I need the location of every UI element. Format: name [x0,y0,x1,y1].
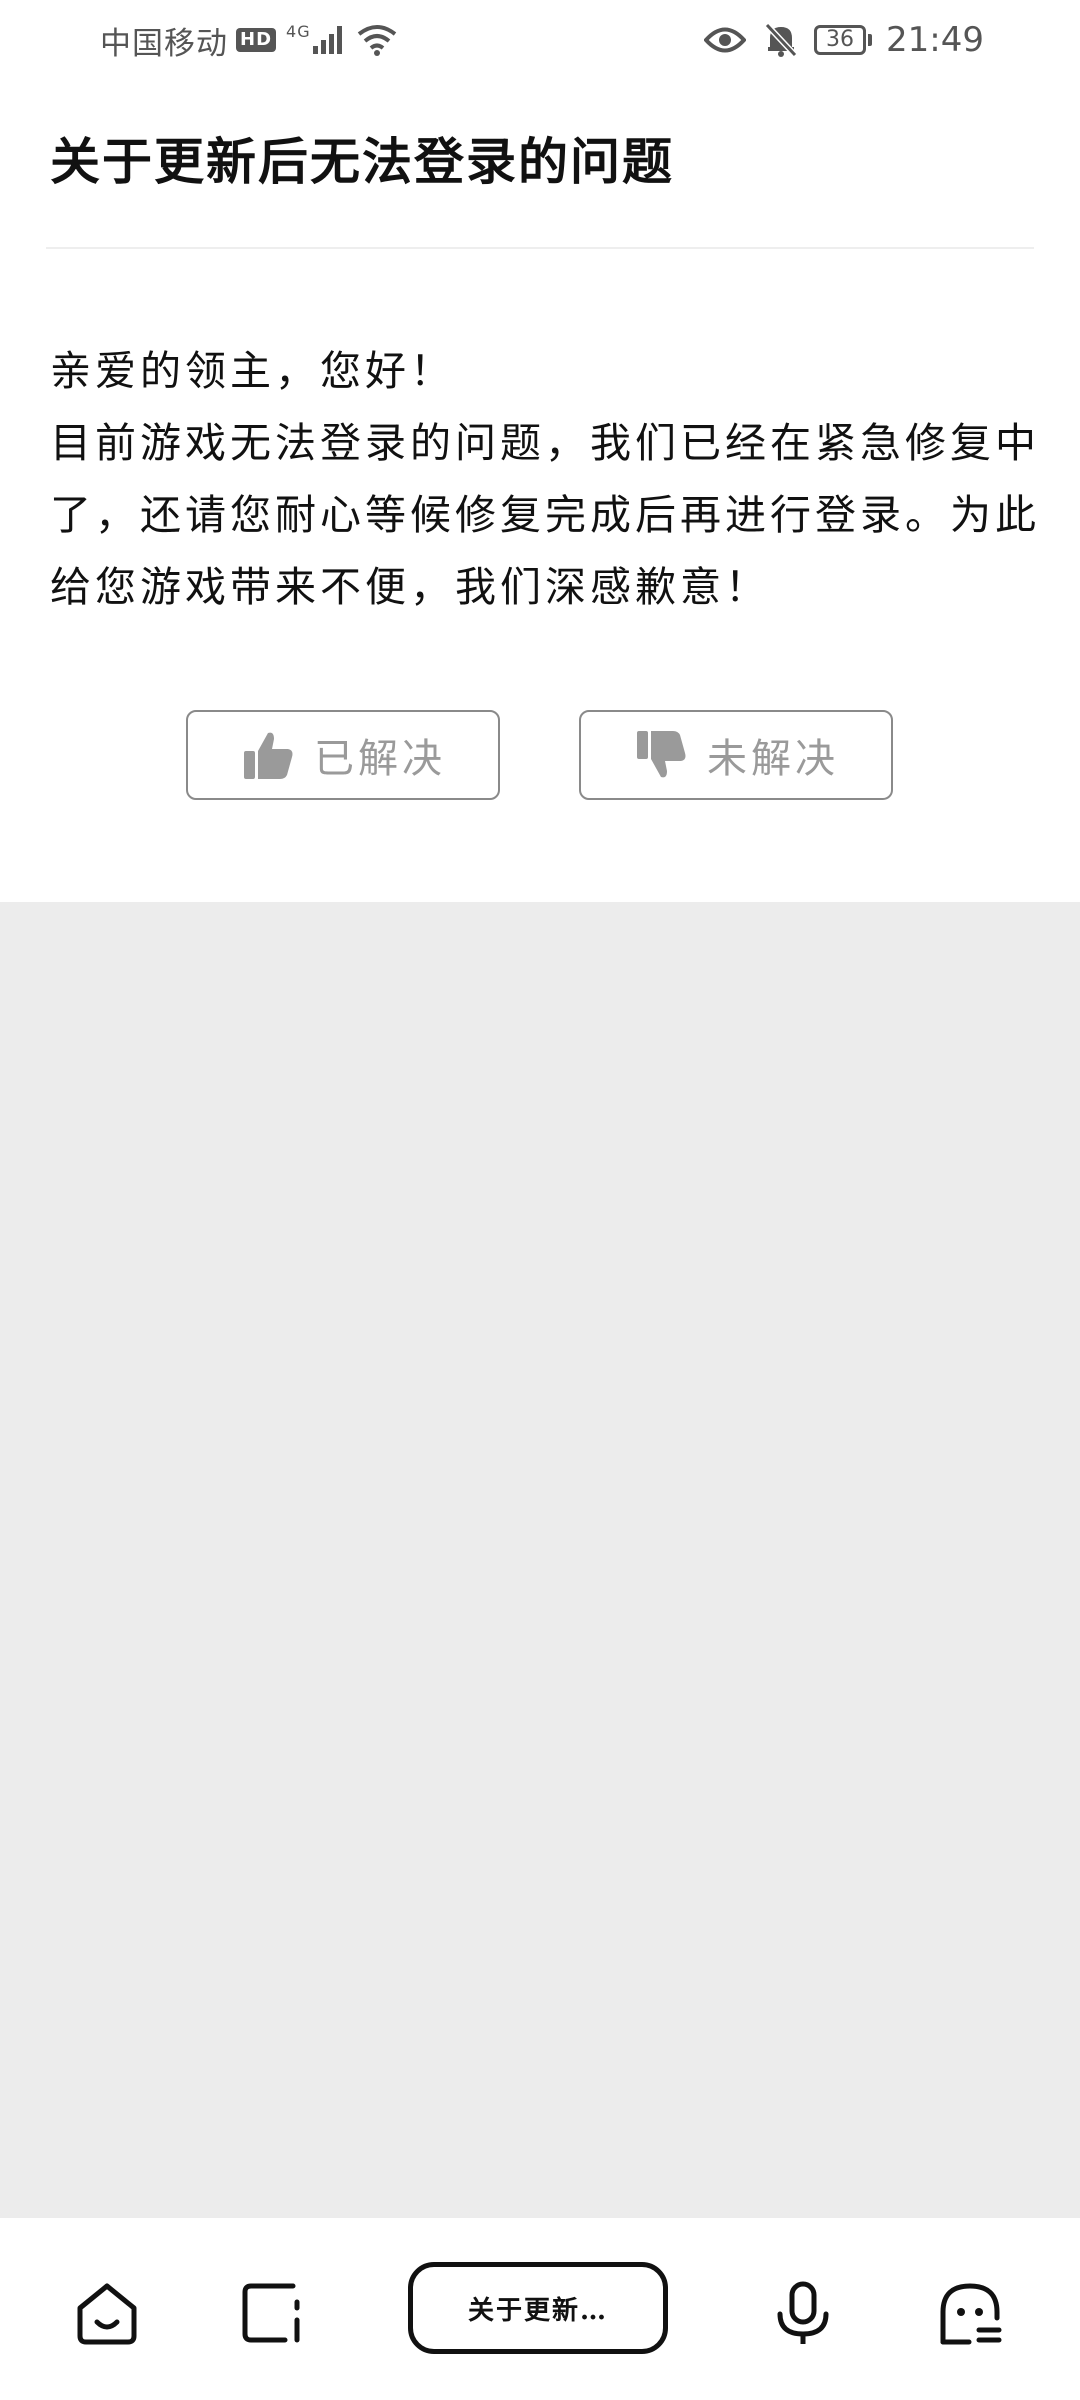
battery-level: 36 [814,25,867,55]
battery-icon: 36 [814,25,873,55]
home-icon[interactable] [72,2278,142,2348]
thumbs-up-icon [240,727,296,783]
status-right: 36 21:49 [704,18,984,62]
solved-button[interactable]: 已解决 [186,710,500,800]
assistant-icon[interactable] [935,2278,1005,2348]
status-left: 中国移动 HD 4G [100,18,397,62]
square-icon[interactable] [237,2278,307,2348]
current-page-tab[interactable]: 关于更新… [408,2262,668,2354]
network-type: 4G [286,21,311,41]
eye-icon [704,27,747,53]
clock-time: 21:49 [886,20,984,60]
wifi-icon [357,25,396,56]
solved-label: 已解决 [314,736,446,782]
unsolved-button[interactable]: 未解决 [579,710,893,800]
page: 中国移动 HD 4G 36 21:49 关于更新后无法登录的问题 亲爱的领主，您… [0,0,1080,2400]
article-body: 亲爱的领主，您好！ 目前游戏无法登录的问题，我们已经在紧急修复中了，还请您耐心等… [50,335,1040,623]
article-greeting: 亲爱的领主，您好！ [50,347,455,395]
signal-icon [312,26,345,54]
hd-badge: HD [236,28,277,52]
title-divider [46,247,1034,249]
bottom-nav: 关于更新… [0,2218,1080,2400]
thumbs-down-icon [633,727,689,783]
article-card: 关于更新后无法登录的问题 亲爱的领主，您好！ 目前游戏无法登录的问题，我们已经在… [0,80,1080,902]
article-paragraph: 目前游戏无法登录的问题，我们已经在紧急修复中了，还请您耐心等候修复完成后再进行登… [50,419,1040,611]
bell-muted-icon [764,22,798,58]
microphone-icon[interactable] [768,2278,838,2348]
page-title: 关于更新后无法登录的问题 [50,132,674,191]
carrier-name: 中国移动 [100,25,228,62]
status-bar: 中国移动 HD 4G 36 21:49 [0,0,1080,80]
unsolved-label: 未解决 [707,736,839,782]
